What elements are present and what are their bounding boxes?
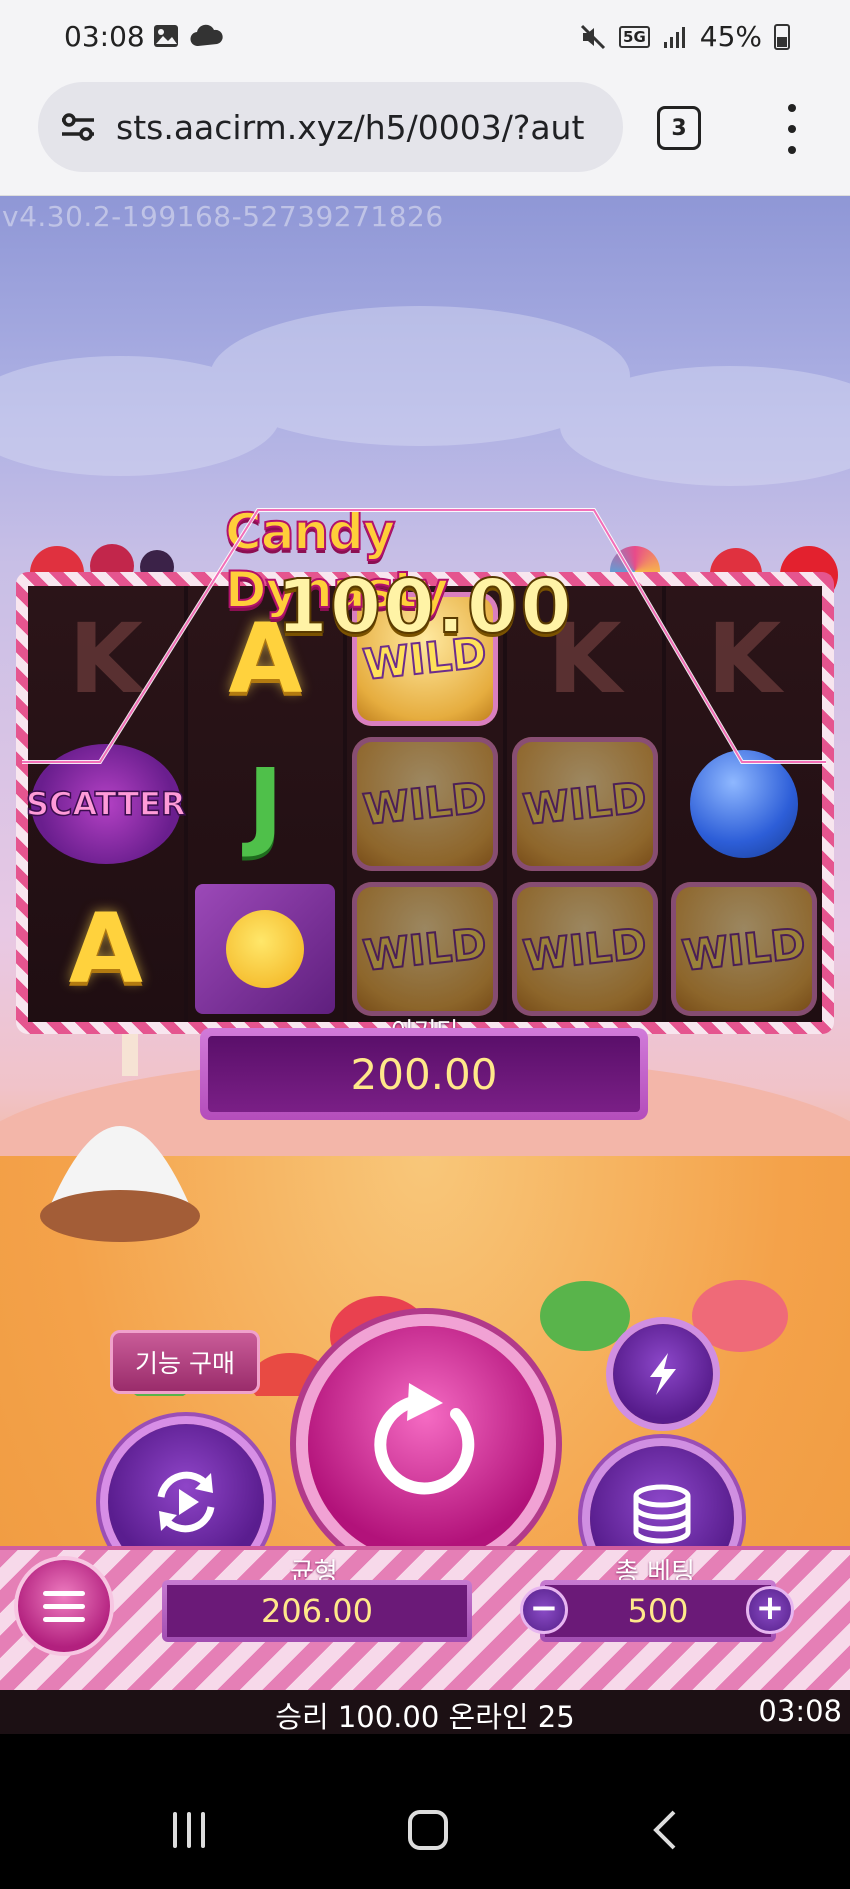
- battery-icon: [774, 23, 790, 50]
- url-text: sts.aacirm.xyz/h5/0003/?aut: [116, 107, 585, 147]
- game-canvas: v4.30.2-199168-52739271826 K SCATTER A A…: [0, 196, 850, 1734]
- more-options-icon[interactable]: [784, 104, 800, 154]
- network-badge: 5G: [619, 25, 650, 48]
- image-icon: [154, 25, 178, 47]
- game-footer: 승리 100.00 온라인 25 03:08: [0, 1690, 850, 1734]
- footer-message: 승리 100.00 온라인 25: [275, 1700, 575, 1734]
- status-time: 03:08: [64, 20, 145, 53]
- site-settings-icon[interactable]: [58, 107, 98, 147]
- total-bet-display: 500: [540, 1580, 776, 1642]
- android-nav-bar: [0, 1776, 850, 1889]
- footer-time: 03:08: [758, 1694, 842, 1728]
- browser-toolbar: sts.aacirm.xyz/h5/0003/?aut 3: [0, 78, 850, 196]
- menu-icon[interactable]: [18, 1560, 110, 1652]
- lightning-icon: [650, 1353, 676, 1395]
- back-icon[interactable]: [650, 1808, 678, 1852]
- decrease-bet-button[interactable]: −: [520, 1586, 568, 1634]
- recents-icon[interactable]: [173, 1812, 205, 1848]
- home-icon[interactable]: [408, 1810, 448, 1850]
- signal-icon: [663, 26, 685, 48]
- letterbox: [0, 1734, 850, 1776]
- mute-icon: [580, 24, 606, 49]
- line-win-amount: 100.00: [275, 563, 574, 651]
- address-bar[interactable]: sts.aacirm.xyz/h5/0003/?aut: [38, 82, 623, 172]
- spin-icon: [374, 1383, 475, 1495]
- tab-switcher-button[interactable]: 3: [657, 106, 701, 150]
- turbo-button[interactable]: [613, 1324, 713, 1424]
- total-bet-value: 500: [545, 1585, 771, 1637]
- win-display: 200.00: [200, 1028, 648, 1120]
- balance-display: 206.00: [162, 1580, 472, 1642]
- increase-bet-button[interactable]: +: [746, 1586, 794, 1634]
- balance-value: 206.00: [167, 1585, 467, 1637]
- battery-percent: 45%: [699, 20, 762, 53]
- cloud-icon: [190, 24, 223, 47]
- spin-button[interactable]: [308, 1326, 544, 1562]
- autoplay-icon: [157, 1471, 215, 1533]
- buy-feature-button[interactable]: 기능 구매: [110, 1330, 260, 1394]
- win-value: 200.00: [208, 1036, 640, 1112]
- status-bar: 03:08 5G 45%: [0, 0, 850, 78]
